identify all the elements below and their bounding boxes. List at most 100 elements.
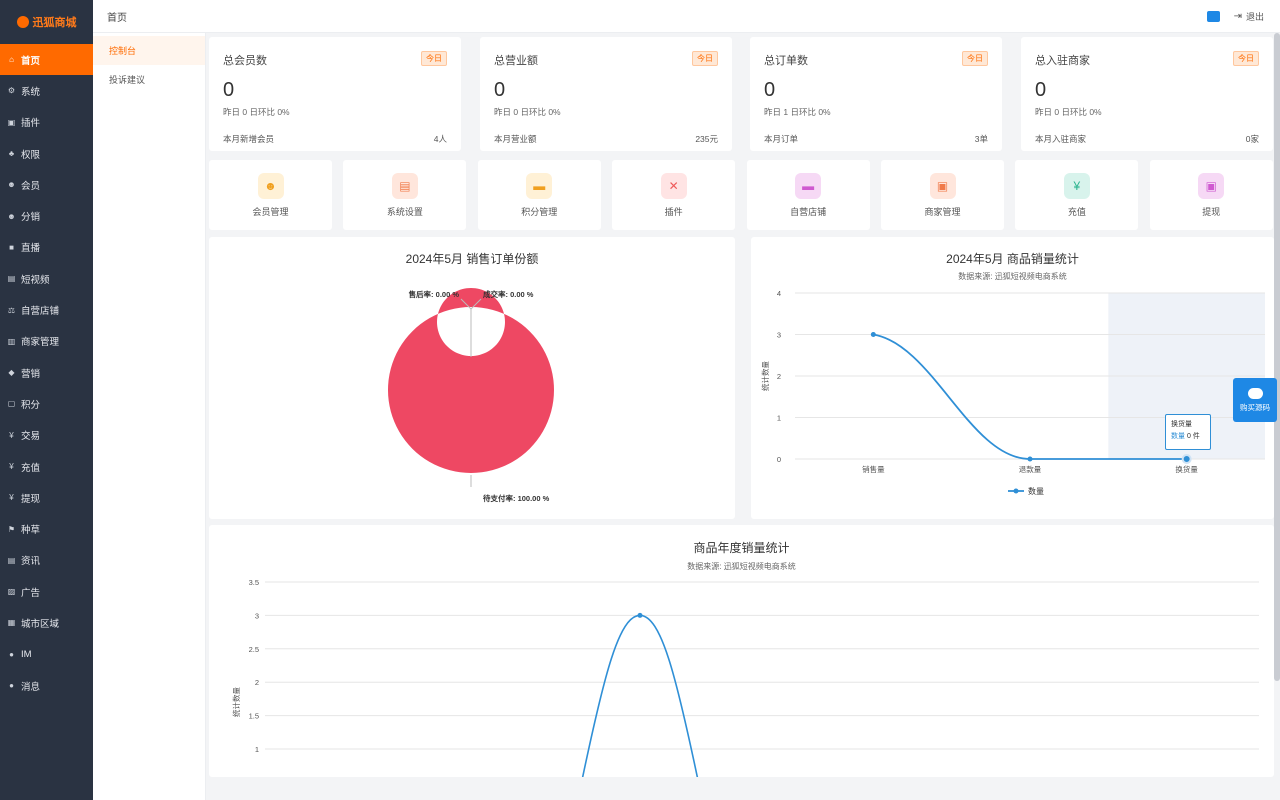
sidebar-nav: ⌂ 首页 ⚙ 系统 ▣ 插件 ♣ 权限 ☻ 会员 ☻ 分销 ■ 直播 ▤ 短视频 ⚖ 自营店铺 ▥ 商家管理 ◆ 营销 ▢ 积… [0, 44, 93, 701]
stat-badge: 今日 [421, 51, 447, 66]
stat-compare: 昨日 0 日环比 0% [1035, 107, 1102, 117]
tooltip-series: 数量 [1171, 433, 1185, 440]
home-icon: ⌂ [9, 55, 14, 65]
sidebar-item-label: 会员 [21, 180, 41, 192]
quick-access-label: 会员管理 [252, 206, 289, 217]
y-tick-label: 2 [255, 678, 259, 687]
stat-title: 总入驻商家 [1035, 55, 1090, 67]
sidebar-item-5[interactable]: ☻ 分销 [0, 200, 93, 231]
logout-label: 退出 [1245, 11, 1264, 22]
org-icon: ♣ [8, 149, 15, 159]
subnav: 控制台 投诉建议 [93, 33, 206, 800]
news-icon: ▤ [7, 555, 16, 565]
stat-footer-label: 本月营业额 [494, 134, 537, 144]
y-tick-label: 3 [777, 331, 781, 340]
data-point [1181, 454, 1192, 464]
sidebar-item-label: 种草 [21, 525, 41, 537]
series-line-annual [581, 614, 699, 777]
sidebar-item-label: 消息 [21, 681, 41, 693]
order-share-chart-card: 2024年5月 销售订单份额 售后率: 0.00 % 成交率: 0.00 % 待… [209, 237, 735, 519]
message-icon[interactable] [1206, 10, 1220, 22]
brand-mark-icon [16, 16, 29, 28]
subnav-item-complaints[interactable]: 投诉建议 [93, 65, 205, 94]
video-icon: ▤ [7, 274, 16, 284]
brand-logo[interactable]: 迅狐商城 [0, 0, 93, 44]
sidebar-item-10[interactable]: ◆ 营销 [0, 357, 93, 388]
y-tick-label: 1.5 [249, 712, 259, 721]
sidebar-item-6[interactable]: ■ 直播 [0, 232, 93, 263]
sidebar-item-label: 商家管理 [21, 337, 60, 349]
stat-footer-value: 4人 [433, 134, 447, 144]
sidebar-item-13[interactable]: ¥ 充值 [0, 451, 93, 482]
subnav-item-label: 控制台 [109, 46, 137, 56]
comment-icon: ● [9, 681, 14, 691]
tooltip-value: 0 件 [1186, 433, 1200, 440]
sidebar-item-8[interactable]: ⚖ 自营店铺 [0, 294, 93, 325]
sidebar-item-16[interactable]: ▤ 资讯 [0, 545, 93, 576]
sidebar-item-19[interactable]: ● IM [0, 639, 93, 670]
quick-access-merchant[interactable]: ▣ 商家管理 [881, 160, 1004, 230]
sidebar-item-12[interactable]: ¥ 交易 [0, 420, 93, 451]
plugin-icon: ▣ [7, 117, 16, 127]
quick-access-member[interactable]: ☻ 会员管理 [209, 160, 332, 230]
sidebar-item-17[interactable]: ▨ 广告 [0, 576, 93, 607]
quick-access-label: 系统设置 [386, 206, 423, 217]
sidebar-item-14[interactable]: ¥ 提现 [0, 482, 93, 513]
quick-access-recharge[interactable]: ¥ 充值 [1015, 160, 1139, 230]
sidebar-item-0[interactable]: ⌂ 首页 [0, 44, 93, 76]
sidebar-item-label: 系统 [21, 86, 41, 98]
sidebar-item-2[interactable]: ▣ 插件 [0, 107, 93, 138]
quick-access-points[interactable]: ▬ 积分管理 [477, 160, 601, 230]
stat-footer-label: 本月新增会员 [223, 134, 275, 144]
x-tick-label: 销售量 [862, 464, 885, 474]
store-icon: ▬ [795, 172, 822, 199]
breadcrumb[interactable]: 首页 [107, 9, 127, 24]
y-tick-label: 1 [255, 745, 259, 754]
y-tick-label: 3 [255, 611, 259, 620]
stat-badge: 今日 [692, 51, 718, 66]
sidebar-item-label: 自营店铺 [21, 306, 60, 318]
x-tick-label: 退款量 [1019, 464, 1042, 474]
stat-footer-label: 本月入驻商家 [1035, 134, 1087, 144]
stat-compare: 昨日 0 日环比 0% [223, 107, 290, 117]
quick-access-withdraw[interactable]: ▣ 提现 [1149, 160, 1273, 230]
sidebar-item-3[interactable]: ♣ 权限 [0, 138, 93, 169]
sidebar-item-20[interactable]: ● 消息 [0, 670, 93, 701]
y-tick-label: 4 [777, 289, 781, 298]
sidebar-item-label: 分销 [21, 212, 41, 224]
order-share-chart: 售后率: 0.00 % 成交率: 0.00 % 待支付率: 100.00 % [387, 288, 554, 503]
yen-icon: ¥ [9, 493, 14, 503]
product-sales-chart: 0 1 2 3 4 销售量 退款量 换货量 统计数量数量 [760, 289, 1265, 496]
sidebar-item-4[interactable]: ☻ 会员 [0, 169, 93, 200]
quick-access-settings[interactable]: ▤ 系统设置 [343, 160, 467, 230]
camera-icon: ■ [9, 242, 14, 252]
sidebar-item-18[interactable]: ▦ 城市区域 [0, 607, 93, 638]
sidebar-item-7[interactable]: ▤ 短视频 [0, 263, 93, 294]
logout-button[interactable]: ⇥ 退出 [1234, 10, 1264, 23]
stat-value: 0 [223, 79, 235, 101]
sidebar: 迅狐商城 ⌂ 首页 ⚙ 系统 ▣ 插件 ♣ 权限 ☻ 会员 ☻ 分销 ■ 直播 ▤ 短视频 ⚖ 自营店铺 ▥ 商家管理… [0, 0, 93, 800]
stat-card: 总订单数 今日 0 昨日 1 日环比 0% 本月订单 3单 [750, 37, 1002, 151]
buy-source-button[interactable]: 购买源码 [1233, 378, 1277, 422]
quick-access-plugin[interactable]: ✕ 插件 [612, 160, 736, 230]
building-icon: ▦ [7, 618, 16, 628]
share-icon: ☻ [7, 211, 16, 221]
sidebar-item-label: 交易 [21, 431, 41, 443]
sidebar-item-11[interactable]: ▢ 积分 [0, 388, 93, 419]
sidebar-item-9[interactable]: ▥ 商家管理 [0, 326, 93, 357]
y-axis-label: 统计数量 [231, 687, 241, 717]
quick-access-store[interactable]: ▬ 自营店铺 [746, 160, 870, 230]
sidebar-item-1[interactable]: ⚙ 系统 [0, 75, 93, 106]
page-scrollbar[interactable] [1274, 33, 1280, 681]
image-icon: ▨ [7, 587, 16, 597]
y-tick-label: 0 [777, 455, 781, 464]
y-tick-label: 1 [777, 414, 781, 423]
product-sales-chart-card: 2024年5月 商品销量统计 数据来源: 迅狐短视频电商系统 0 1 2 3 4 销售量退… [751, 237, 1274, 519]
sidebar-item-label: 城市区域 [21, 618, 60, 630]
sidebar-item-label: 短视频 [21, 274, 50, 286]
data-point [870, 332, 876, 337]
sidebar-item-15[interactable]: ⚑ 种草 [0, 513, 93, 544]
yen-icon: ¥ [9, 430, 14, 440]
stat-title: 总营业额 [494, 55, 538, 67]
subnav-item-console[interactable]: 控制台 [93, 36, 205, 65]
